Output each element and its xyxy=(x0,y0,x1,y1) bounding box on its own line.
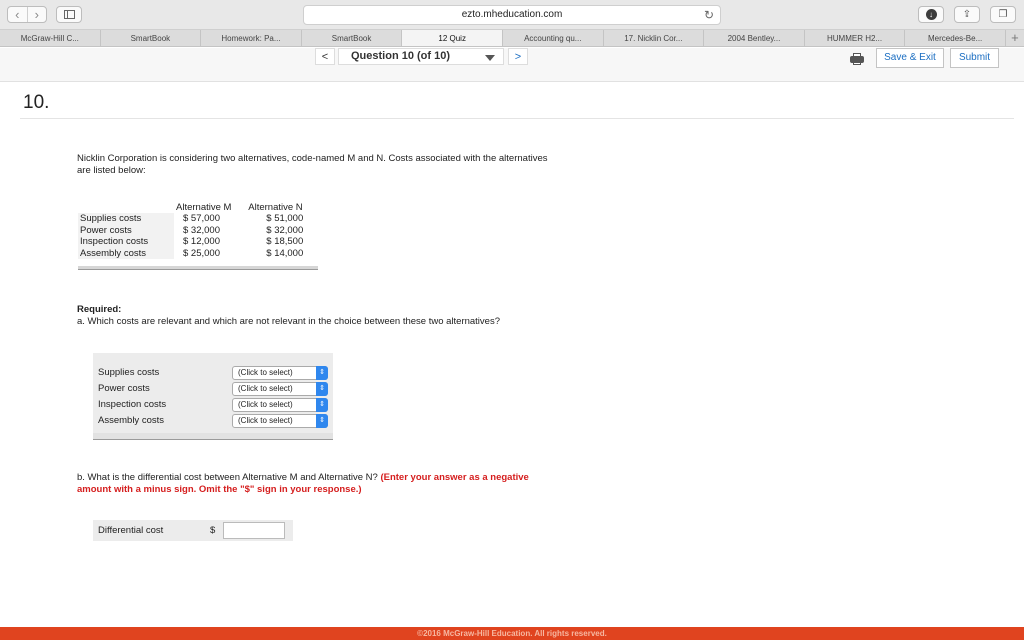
question-number: 10. xyxy=(23,92,50,113)
column-header: Alternative N xyxy=(246,202,318,213)
part-a-prompt: a. Which costs are relevant and which ar… xyxy=(77,316,500,327)
divider xyxy=(20,118,1014,119)
table-footer-rule xyxy=(93,433,333,440)
table-row: Assembly costs $ 25,000 $ 14,000 xyxy=(78,247,318,259)
cost-value: $ 32,000 xyxy=(174,224,247,236)
browser-tab[interactable]: 17. Nicklin Cor... xyxy=(604,30,705,46)
sidebar-toggle-button[interactable] xyxy=(56,6,82,23)
table-row: Power costs $ 32,000 $ 32,000 xyxy=(78,224,318,236)
table-header-row: Alternative M Alternative N xyxy=(78,202,318,213)
table-row: Inspection costs $ 12,000 $ 18,500 xyxy=(78,236,318,248)
prev-question-button[interactable]: < xyxy=(315,48,335,65)
cost-value: $ 25,000 xyxy=(174,247,247,259)
column-header: Alternative M xyxy=(174,202,247,213)
question-select-value: Question 10 (of 10) xyxy=(351,50,451,62)
select-row: Power costs (Click to select) ⇕ xyxy=(93,382,333,397)
table-row: Supplies costs $ 57,000 $ 51,000 xyxy=(78,213,318,225)
cost-value: $ 18,500 xyxy=(246,236,318,248)
select-row: Inspection costs (Click to select) ⇕ xyxy=(93,398,333,413)
required-label: Required: xyxy=(77,304,122,315)
url-text: ezto.mheducation.com xyxy=(461,9,563,20)
history-nav: ‹ › xyxy=(7,6,47,23)
browser-tab[interactable]: Homework: Pa... xyxy=(201,30,302,46)
cost-label: Assembly costs xyxy=(78,247,174,259)
cost-label: Power costs xyxy=(78,224,174,236)
updown-arrows-icon: ⇕ xyxy=(316,382,328,396)
cost-value: $ 57,000 xyxy=(174,213,247,225)
browser-tab-active[interactable]: 12 Quiz xyxy=(402,30,503,46)
relevance-dropdown[interactable]: (Click to select) ⇕ xyxy=(232,382,328,396)
print-icon[interactable] xyxy=(850,53,864,65)
select-row-label: Power costs xyxy=(98,383,150,394)
sidebar-icon xyxy=(64,10,75,19)
dropdown-value: (Click to select) xyxy=(238,416,293,425)
table-footer-rule xyxy=(78,266,318,270)
cost-value: $ 51,000 xyxy=(246,213,318,225)
relevance-dropdown[interactable]: (Click to select) ⇕ xyxy=(232,414,328,428)
copyright-footer: ©2016 McGraw-Hill Education. All rights … xyxy=(0,627,1024,640)
cost-label: Inspection costs xyxy=(78,236,174,248)
new-tab-button[interactable]: + xyxy=(1006,30,1024,46)
next-question-button[interactable]: > xyxy=(508,48,528,65)
browser-toolbar: ‹ › ezto.mheducation.com ↻ ↓ ⇪ ❐ xyxy=(0,0,1024,30)
back-icon[interactable]: ‹ xyxy=(8,7,28,22)
cost-value: $ 12,000 xyxy=(174,236,247,248)
select-row: Assembly costs (Click to select) ⇕ xyxy=(93,414,333,429)
reload-icon[interactable]: ↻ xyxy=(704,6,714,24)
browser-tab[interactable]: SmartBook xyxy=(302,30,403,46)
relevance-dropdown[interactable]: (Click to select) ⇕ xyxy=(232,366,328,380)
submit-button[interactable]: Submit xyxy=(950,48,999,68)
chevron-down-icon xyxy=(485,55,495,61)
tabs-overview-button[interactable]: ❐ xyxy=(990,6,1016,23)
download-icon: ↓ xyxy=(925,9,937,20)
dropdown-value: (Click to select) xyxy=(238,368,293,377)
browser-tab[interactable]: HUMMER H2... xyxy=(805,30,906,46)
share-button[interactable]: ⇪ xyxy=(954,6,980,23)
tab-bar: McGraw-Hill C... SmartBook Homework: Pa.… xyxy=(0,30,1024,47)
select-row-label: Supplies costs xyxy=(98,367,160,378)
downloads-button[interactable]: ↓ xyxy=(918,6,944,23)
updown-arrows-icon: ⇕ xyxy=(316,398,328,412)
relevance-dropdown[interactable]: (Click to select) ⇕ xyxy=(232,398,328,412)
browser-tab[interactable]: McGraw-Hill C... xyxy=(0,30,101,46)
forward-icon[interactable]: › xyxy=(28,7,47,22)
differential-cost-label: Differential cost xyxy=(98,525,164,536)
differential-cost-row: Differential cost $ xyxy=(93,520,293,541)
save-exit-button[interactable]: Save & Exit xyxy=(876,48,944,68)
currency-symbol: $ xyxy=(210,525,216,536)
question-select[interactable]: Question 10 (of 10) xyxy=(338,48,504,65)
quiz-header: < Question 10 (of 10) > Save & Exit Subm… xyxy=(0,48,1024,82)
select-row: Supplies costs (Click to select) ⇕ xyxy=(93,366,333,381)
cost-label: Supplies costs xyxy=(78,213,174,225)
relevance-select-table: Supplies costs (Click to select) ⇕ Power… xyxy=(93,353,333,440)
updown-arrows-icon: ⇕ xyxy=(316,366,328,380)
browser-tab[interactable]: 2004 Bentley... xyxy=(704,30,805,46)
cost-value: $ 14,000 xyxy=(246,247,318,259)
dropdown-value: (Click to select) xyxy=(238,400,293,409)
browser-tab[interactable]: Mercedes-Be... xyxy=(905,30,1006,46)
cost-value: $ 32,000 xyxy=(246,224,318,236)
part-b-prompt: b. What is the differential cost between… xyxy=(77,472,557,496)
tabs-icon: ❐ xyxy=(998,9,1008,20)
browser-tab[interactable]: Accounting qu... xyxy=(503,30,604,46)
address-bar[interactable]: ezto.mheducation.com ↻ xyxy=(303,5,721,25)
share-icon: ⇪ xyxy=(962,9,972,20)
question-intro: Nicklin Corporation is considering two a… xyxy=(77,153,548,176)
part-b-question: b. What is the differential cost between… xyxy=(77,472,378,483)
select-row-label: Assembly costs xyxy=(98,415,164,426)
costs-table: Alternative M Alternative N Supplies cos… xyxy=(78,202,318,259)
browser-tab[interactable]: SmartBook xyxy=(101,30,202,46)
differential-cost-input[interactable] xyxy=(223,522,285,539)
column-header xyxy=(78,202,174,213)
dropdown-value: (Click to select) xyxy=(238,384,293,393)
select-row-label: Inspection costs xyxy=(98,399,167,410)
updown-arrows-icon: ⇕ xyxy=(316,414,328,428)
